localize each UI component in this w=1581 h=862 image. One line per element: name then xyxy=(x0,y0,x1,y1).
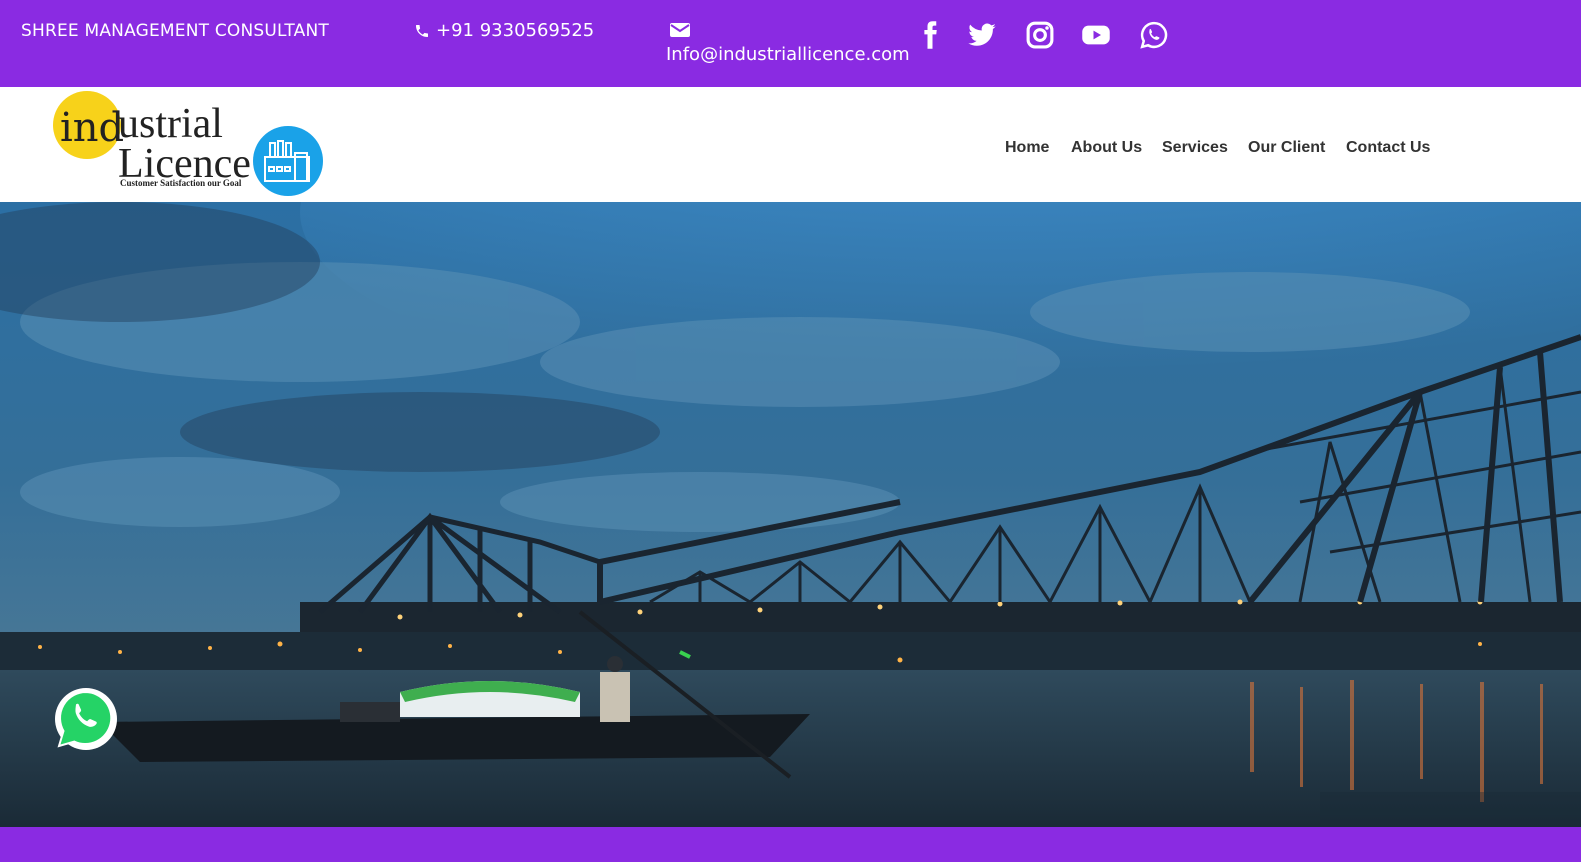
whatsapp-icon[interactable] xyxy=(1137,18,1171,52)
phone-link[interactable]: +91 9330569525 xyxy=(414,20,594,41)
bottom-band xyxy=(0,827,1581,862)
hero-bridge-image xyxy=(0,202,1581,827)
hero-banner xyxy=(0,202,1581,827)
email-link[interactable]: Info@industriallicence.com xyxy=(666,44,910,65)
youtube-icon[interactable] xyxy=(1079,18,1113,52)
whatsapp-float-icon[interactable] xyxy=(53,686,119,752)
phone-icon xyxy=(416,24,428,37)
nav-contact-us[interactable]: Contact Us xyxy=(1346,139,1430,157)
logo-prefix: ind xyxy=(60,105,124,151)
twitter-icon[interactable] xyxy=(965,18,999,52)
envelope-icon xyxy=(670,23,690,37)
main-navbar: ind ustrial Licence Customer Satisfactio… xyxy=(0,87,1581,202)
industrial-licence-logo[interactable]: ind ustrial Licence Customer Satisfactio… xyxy=(40,87,340,199)
nav-our-client[interactable]: Our Client xyxy=(1248,139,1325,157)
instagram-icon[interactable] xyxy=(1023,18,1057,52)
phone-number: +91 9330569525 xyxy=(436,20,595,41)
facebook-icon[interactable] xyxy=(913,18,947,52)
nav-services[interactable]: Services xyxy=(1162,139,1228,157)
logo-tagline: Customer Satisfaction our Goal xyxy=(120,178,242,188)
top-bar: SHREE MANAGEMENT CONSULTANT +91 93305695… xyxy=(0,0,1581,87)
company-name: SHREE MANAGEMENT CONSULTANT xyxy=(21,21,329,41)
nav-about-us[interactable]: About Us xyxy=(1071,139,1142,157)
nav-home[interactable]: Home xyxy=(1005,139,1049,157)
